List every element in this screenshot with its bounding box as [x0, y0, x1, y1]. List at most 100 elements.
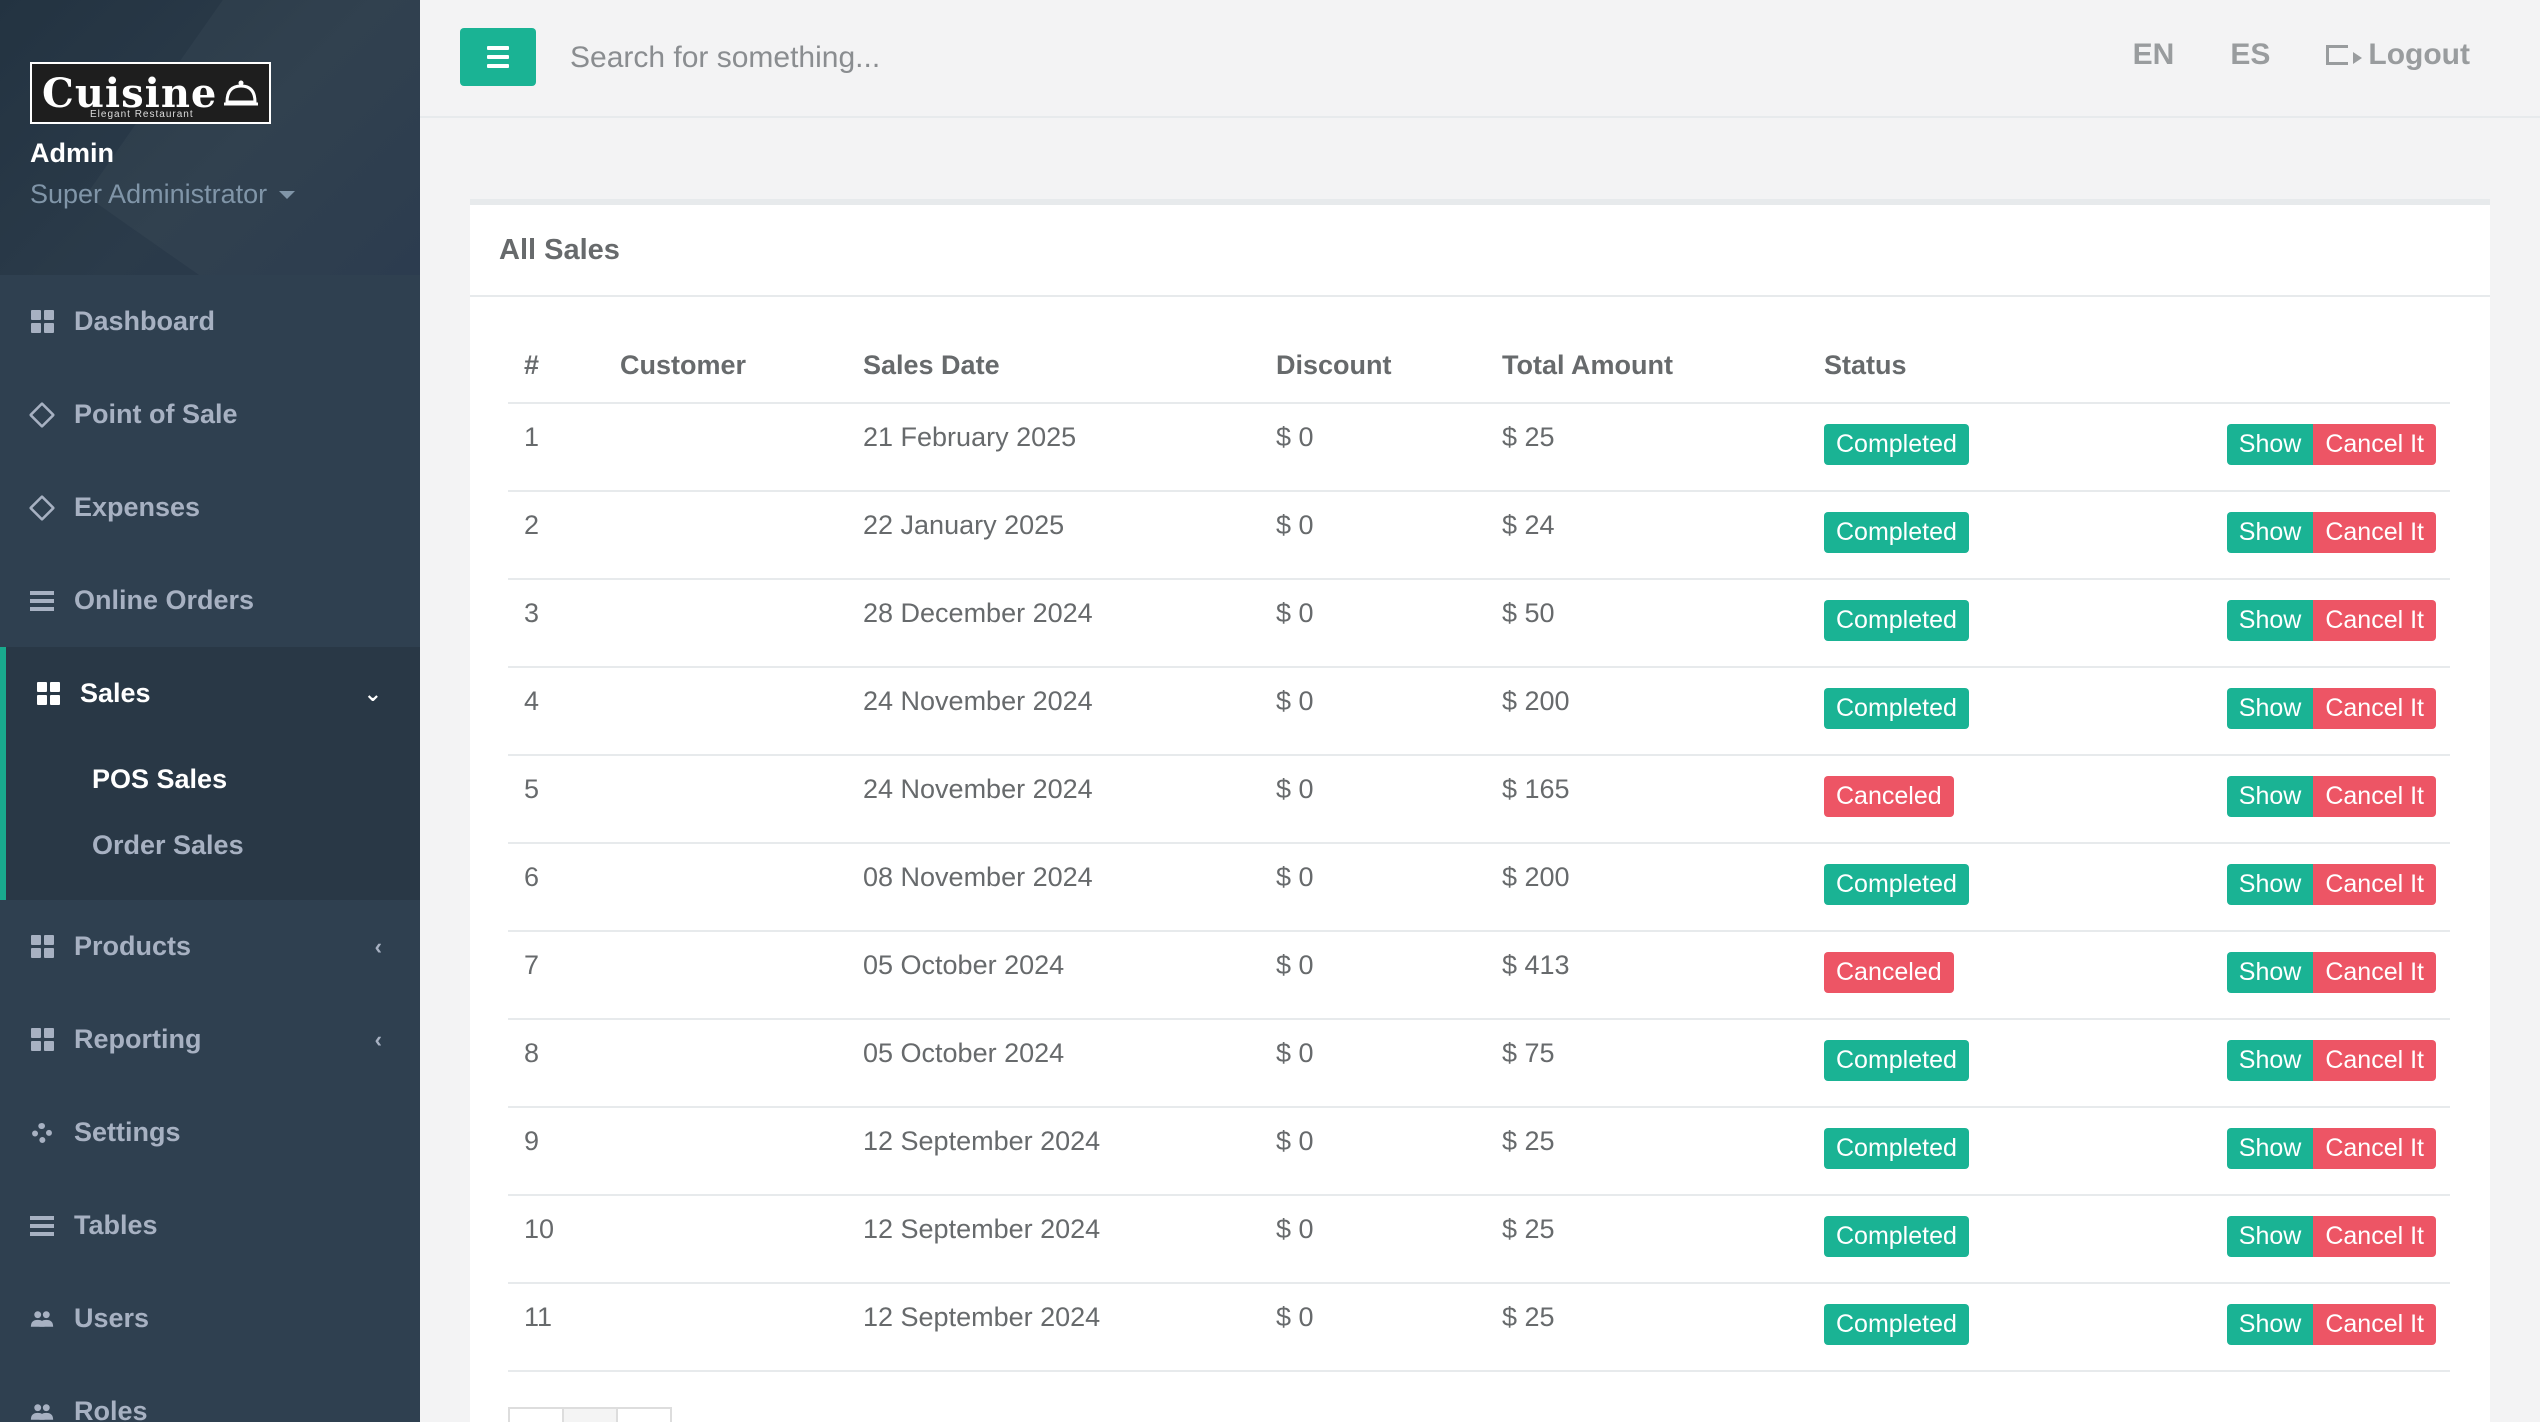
grid-icon: [30, 935, 54, 959]
logout-label: Logout: [2368, 38, 2470, 71]
cell-status: Canceled: [1808, 931, 2108, 1020]
cell-status: Completed: [1808, 667, 2108, 756]
cell-total-amount: $ 200: [1486, 843, 1808, 932]
cell-sales-date: 24 November 2024: [847, 755, 1260, 844]
cell-actions: Show Cancel It: [2108, 1019, 2450, 1108]
cancel-it-button[interactable]: Cancel It: [2313, 688, 2436, 729]
sidebar-item-users[interactable]: Users: [0, 1272, 420, 1365]
cell-customer: [604, 1107, 847, 1196]
cell-customer: [604, 1019, 847, 1108]
show-button[interactable]: Show: [2226, 1128, 2314, 1169]
cancel-it-button[interactable]: Cancel It: [2313, 512, 2436, 553]
cell-total-amount: $ 25: [1486, 1283, 1808, 1372]
status-badge: Completed: [1824, 1040, 1969, 1081]
sales-table-body: 1 21 February 2025 $ 0 $ 25 Completed Show Can…: [508, 403, 2450, 1372]
profile-role-label: Super Administrator: [30, 179, 268, 209]
list-icon: [30, 1214, 54, 1238]
cell-total-amount: $ 165: [1486, 755, 1808, 844]
sales-panel: All Sales # Customer Sales Date Discount…: [470, 199, 2490, 1422]
sidebar: Cuisine Elegant Restaurant Admin Super A…: [0, 0, 420, 1422]
sidebar-item-label: Users: [74, 1303, 150, 1333]
logout-link[interactable]: Logout: [2326, 38, 2470, 72]
show-button[interactable]: Show: [2226, 864, 2314, 905]
show-button[interactable]: Show: [2226, 1216, 2314, 1257]
cancel-it-button[interactable]: Cancel It: [2313, 864, 2436, 905]
logo-tagline: Elegant Restaurant: [90, 109, 194, 120]
cell-discount: $ 0: [1260, 755, 1486, 844]
table-row: 9 12 September 2024 $ 0 $ 25 Completed Show Ca…: [508, 1107, 2450, 1196]
status-badge: Completed: [1824, 1216, 1969, 1257]
cancel-it-button[interactable]: Cancel It: [2313, 1216, 2436, 1257]
language-en-link[interactable]: EN: [2133, 38, 2175, 72]
sidebar-subitem-order-sales[interactable]: Order Sales: [92, 812, 420, 878]
cell-customer: [604, 931, 847, 1020]
pagination-prev[interactable]: [508, 1407, 564, 1422]
cell-actions: Show Cancel It: [2108, 931, 2450, 1020]
brand-logo[interactable]: Cuisine Elegant Restaurant: [30, 62, 272, 124]
users-icon: [30, 1307, 54, 1331]
cell-actions: Show Cancel It: [2108, 755, 2450, 844]
cell-number: 1: [508, 403, 604, 492]
cancel-it-button[interactable]: Cancel It: [2313, 952, 2436, 993]
cell-status: Completed: [1808, 843, 2108, 932]
show-button[interactable]: Show: [2226, 1304, 2314, 1345]
cancel-it-button[interactable]: Cancel It: [2313, 1128, 2436, 1169]
sidebar-item-tables[interactable]: Tables: [0, 1179, 420, 1272]
sidebar-item-products[interactable]: Products ‹: [0, 900, 420, 993]
cell-customer: [604, 491, 847, 580]
sidebar-item-expenses[interactable]: Expenses: [0, 461, 420, 554]
chevron-down-icon: ⌄: [363, 680, 382, 706]
cell-number: 6: [508, 843, 604, 932]
status-badge: Canceled: [1824, 952, 1954, 993]
cell-status: Canceled: [1808, 755, 2108, 844]
table-header-row: # Customer Sales Date Discount Total Amo…: [508, 329, 2450, 404]
hamburger-icon: [487, 46, 509, 50]
show-button[interactable]: Show: [2226, 424, 2314, 465]
table-row: 2 22 January 2025 $ 0 $ 24 Completed Show Canc…: [508, 491, 2450, 580]
cell-discount: $ 0: [1260, 843, 1486, 932]
sidebar-item-label: Online Orders: [74, 585, 255, 615]
sidebar-item-online-orders[interactable]: Online Orders: [0, 554, 420, 647]
cancel-it-button[interactable]: Cancel It: [2313, 600, 2436, 641]
show-button[interactable]: Show: [2226, 600, 2314, 641]
cancel-it-button[interactable]: Cancel It: [2313, 424, 2436, 465]
language-es-link[interactable]: ES: [2230, 38, 2270, 72]
menu-toggle-button[interactable]: [460, 28, 536, 86]
profile-name: Admin: [30, 138, 114, 168]
cancel-it-button[interactable]: Cancel It: [2313, 776, 2436, 817]
chevron-left-icon: ‹: [374, 933, 382, 959]
sidebar-item-label: Roles: [74, 1396, 148, 1422]
show-button[interactable]: Show: [2226, 952, 2314, 993]
sidebar-item-point-of-sale[interactable]: Point of Sale: [0, 368, 420, 461]
list-icon: [30, 589, 54, 613]
top-links: EN ES Logout: [2133, 38, 2470, 72]
sidebar-item-settings[interactable]: Settings: [0, 1086, 420, 1179]
grid-icon: [30, 1028, 54, 1052]
search-input[interactable]: [570, 30, 1470, 86]
cell-actions: Show Cancel It: [2108, 579, 2450, 668]
column-header-discount: Discount: [1260, 329, 1486, 404]
status-badge: Completed: [1824, 864, 1969, 905]
status-badge: Completed: [1824, 424, 1969, 465]
logo-text: Cuisine: [42, 70, 218, 117]
cancel-it-button[interactable]: Cancel It: [2313, 1304, 2436, 1345]
sidebar-item-sales[interactable]: Sales ⌄: [0, 647, 420, 740]
cell-customer: [604, 403, 847, 492]
pagination-page[interactable]: [562, 1407, 618, 1422]
show-button[interactable]: Show: [2226, 1040, 2314, 1081]
sidebar-item-label: Products: [74, 931, 192, 961]
pagination-next[interactable]: [616, 1407, 672, 1422]
sidebar-item-roles[interactable]: Roles: [0, 1365, 420, 1422]
profile-role-dropdown[interactable]: Super Administrator: [30, 179, 420, 210]
show-button[interactable]: Show: [2226, 688, 2314, 729]
cell-status: Completed: [1808, 403, 2108, 492]
sidebar-item-dashboard[interactable]: Dashboard: [0, 275, 420, 368]
cell-sales-date: 24 November 2024: [847, 667, 1260, 756]
cell-number: 10: [508, 1195, 604, 1284]
sidebar-item-reporting[interactable]: Reporting ‹: [0, 993, 420, 1086]
show-button[interactable]: Show: [2226, 776, 2314, 817]
logout-icon: [2326, 45, 2363, 65]
show-button[interactable]: Show: [2226, 512, 2314, 553]
sidebar-subitem-pos-sales[interactable]: POS Sales: [92, 746, 420, 812]
cancel-it-button[interactable]: Cancel It: [2313, 1040, 2436, 1081]
